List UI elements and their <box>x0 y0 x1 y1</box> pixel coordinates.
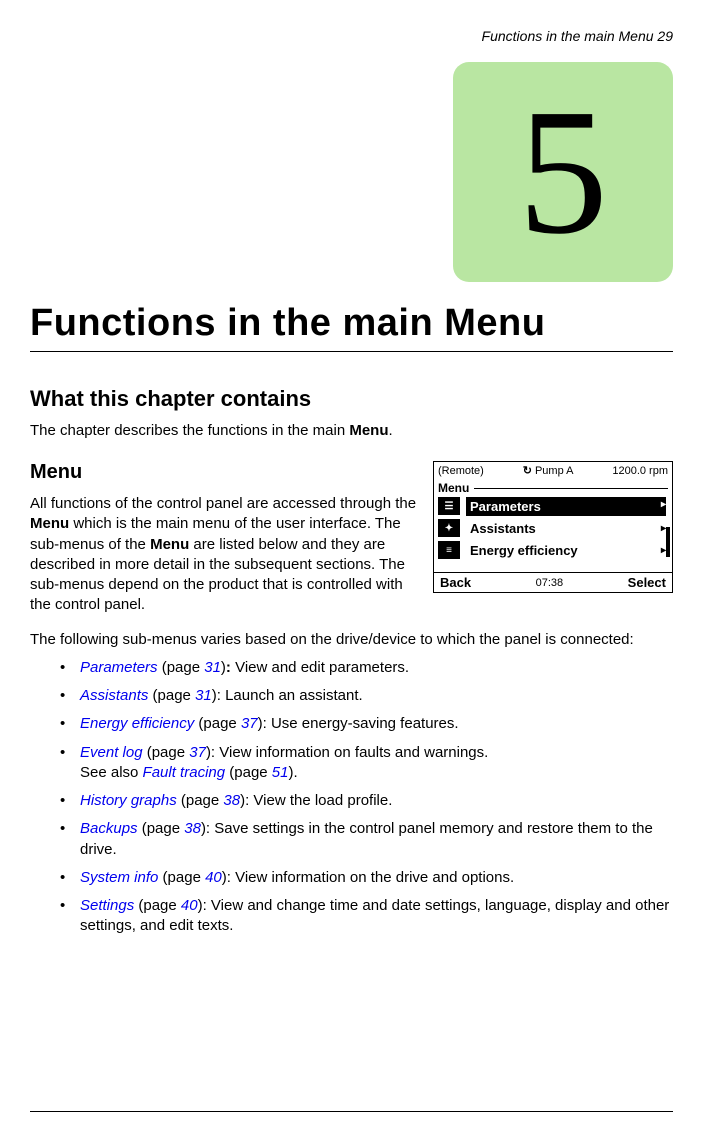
page-ref[interactable]: 40 <box>181 897 198 914</box>
panel-rpm: 1200.0 rpm <box>612 465 668 477</box>
section-title: What this chapter contains <box>30 386 673 412</box>
chapter-number: 5 <box>518 82 608 262</box>
link-fault-tracing[interactable]: Fault tracing <box>143 764 226 781</box>
item-text: ): Save settings in the control panel me… <box>80 820 653 857</box>
submenu-list: Parameters (page 31): View and edit para… <box>30 658 673 937</box>
panel-menu-rule <box>474 488 668 489</box>
intro-suffix: . <box>389 422 393 439</box>
title-rule <box>30 351 673 352</box>
page-ref[interactable]: 31 <box>195 687 212 704</box>
item-text: ): Use energy-saving features. <box>258 715 459 732</box>
panel-back-button[interactable]: Back <box>440 575 471 590</box>
panel-item-parameters[interactable]: ☰ Parameters ▸ <box>434 495 672 517</box>
see-also-suffix: ). <box>288 764 297 781</box>
control-panel-screenshot: (Remote) ↻ Pump A 1200.0 rpm Menu ☰ Para… <box>433 461 673 593</box>
submenu-intro: The following sub-menus varies based on … <box>30 630 673 650</box>
page-ref[interactable]: 37 <box>241 715 258 732</box>
item-text: View and edit parameters. <box>231 659 409 676</box>
link-event-log[interactable]: Event log <box>80 744 143 761</box>
item-text: ): View and change time and date setting… <box>80 897 669 934</box>
intro-prefix: The chapter describes the functions in t… <box>30 422 349 439</box>
panel-remote-label: (Remote) <box>438 465 484 477</box>
panel-items: ☰ Parameters ▸ ✦ Assistants ▸ ≡ Energy ef… <box>434 495 672 561</box>
link-history-graphs[interactable]: History graphs <box>80 792 177 809</box>
panel-drive-name: ↻ Pump A <box>523 464 574 477</box>
panel-softkey-bar: Back 07:38 Select <box>434 572 672 592</box>
panel-item-label: Energy efficiency <box>470 543 578 558</box>
see-also-prefix: See also <box>80 764 143 781</box>
panel-select-button[interactable]: Select <box>628 575 666 590</box>
link-assistants[interactable]: Assistants <box>80 687 148 704</box>
page-ref[interactable]: 38 <box>223 792 240 809</box>
page-ref[interactable]: 38 <box>184 820 201 837</box>
link-energy-efficiency[interactable]: Energy efficiency <box>80 715 194 732</box>
panel-item-assistants[interactable]: ✦ Assistants ▸ <box>434 517 672 539</box>
page-ref[interactable]: 40 <box>205 869 222 886</box>
list-item: System info (page 40): View information … <box>60 868 673 888</box>
footer-rule <box>30 1111 673 1112</box>
chevron-right-icon: ▸ <box>661 499 666 510</box>
parameters-icon: ☰ <box>438 497 460 515</box>
list-item: Parameters (page 31): View and edit para… <box>60 658 673 678</box>
link-parameters[interactable]: Parameters <box>80 659 158 676</box>
item-text: ): View the load profile. <box>240 792 392 809</box>
assistants-icon: ✦ <box>438 519 460 537</box>
menu-heading: Menu <box>30 461 417 484</box>
intro-bold: Menu <box>349 422 388 439</box>
panel-scrollbar[interactable] <box>666 527 670 539</box>
list-item: Event log (page 37): View information on… <box>60 743 673 784</box>
section-intro: The chapter describes the functions in t… <box>30 422 673 439</box>
page-ref[interactable]: 31 <box>204 659 221 676</box>
menu-body-d: Menu <box>150 536 189 553</box>
panel-item-label: Assistants <box>470 521 536 536</box>
menu-body-a: All functions of the control panel are a… <box>30 495 416 512</box>
item-text: ): Launch an assistant. <box>212 687 363 704</box>
link-system-info[interactable]: System info <box>80 869 158 886</box>
energy-icon: ≡ <box>438 541 460 559</box>
panel-menu-header: Menu <box>434 480 672 495</box>
page-header: Functions in the main Menu 29 <box>30 28 673 44</box>
chapter-badge: 5 <box>453 62 673 282</box>
page-ref[interactable]: 37 <box>189 744 206 761</box>
panel-scrollbar-thumb <box>666 527 670 557</box>
list-item: History graphs (page 38): View the load … <box>60 791 673 811</box>
panel-time: 07:38 <box>536 577 564 589</box>
menu-body-b: Menu <box>30 515 69 532</box>
menu-body: All functions of the control panel are a… <box>30 494 417 616</box>
page-ref[interactable]: 51 <box>272 764 289 781</box>
item-text: ): View information on faults and warnin… <box>206 744 488 761</box>
panel-item-energy[interactable]: ≡ Energy efficiency ▸ <box>434 539 672 561</box>
list-item: Backups (page 38): Save settings in the … <box>60 819 673 860</box>
link-backups[interactable]: Backups <box>80 820 138 837</box>
list-item: Assistants (page 31): Launch an assistan… <box>60 686 673 706</box>
chapter-title: Functions in the main Menu <box>30 302 673 345</box>
list-item: Energy efficiency (page 37): Use energy-… <box>60 714 673 734</box>
panel-status-bar: (Remote) ↻ Pump A 1200.0 rpm <box>434 462 672 480</box>
panel-item-label: Parameters <box>470 499 541 514</box>
item-text: ): View information on the drive and opt… <box>222 869 514 886</box>
cycle-icon: ↻ <box>523 464 532 477</box>
list-item: Settings (page 40): View and change time… <box>60 896 673 937</box>
running-head: Functions in the main Menu 29 <box>482 28 673 44</box>
link-settings[interactable]: Settings <box>80 897 134 914</box>
